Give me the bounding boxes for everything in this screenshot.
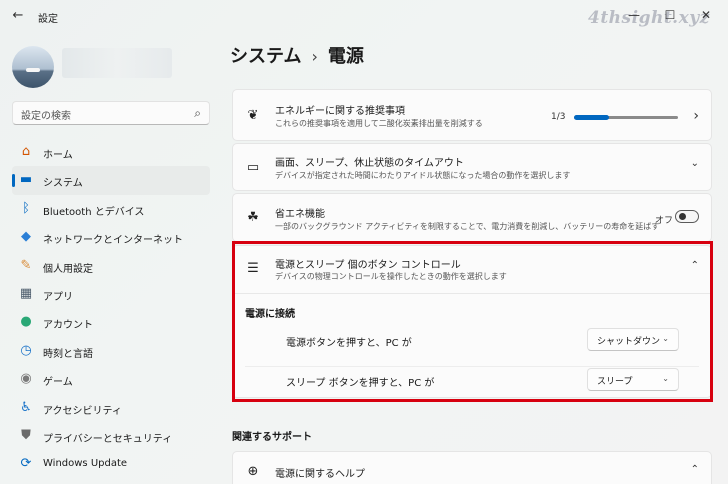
sidebar-item-label: プライバシーとセキュリティ [43,433,173,445]
sidebar: 設定の検索 ⌕ ⌂ ホーム ▬ システム ᛒ Bluetooth とデバイス ◆… [0,32,218,484]
card-title: 省エネ機能 [275,209,325,220]
screen-sleep-card[interactable]: ▭ 画面、スリープ、休止状態のタイムアウト デバイスが指定された時間にわたりアイ… [232,143,712,191]
chevron-up-icon: ⌃ [690,464,699,475]
card-title: 電源とスリープ 個のボタン コントロール [275,260,461,271]
active-indicator [12,174,15,188]
avatar[interactable] [12,46,54,88]
power-buttons-card: ☰ 電源とスリープ 個のボタン コントロール デバイスの物理コントロールを操作し… [232,245,712,398]
sidebar-item-apps[interactable]: ▦ アプリ [12,280,210,308]
chevron-down-icon: ⌄ [690,158,699,169]
chevron-up-icon: ⌃ [690,260,699,271]
brush-icon: ✎ [20,257,32,273]
bluetooth-icon: ᛒ [22,200,30,216]
user-name-blurred [62,48,172,78]
related-support-heading: 関連するサポート [232,432,312,443]
card-subtitle: 一部のバックグラウンド アクティビティを制限することで、電力消費を削減し、バッテ… [275,222,660,231]
back-button[interactable]: ← [10,8,26,24]
apps-icon: ▦ [19,285,33,301]
game-icon: ◉ [20,371,32,387]
globe-icon: ⊕ [247,464,259,479]
toggle-state-label: オフ [654,216,673,226]
sidebar-item-home[interactable]: ⌂ ホーム [12,138,210,166]
sidebar-item-accounts[interactable]: ● アカウント [12,308,210,336]
shield-icon: ⛊ [21,427,31,443]
sidebar-item-label: アカウント [43,320,93,332]
close-button[interactable]: ✕ [692,6,720,24]
main-content: システム › 電源 ❦ エネルギーに関する推奨事項 これらの推奨事項を適用して二酸化… [218,32,728,484]
leaf-icon: ❦ [247,108,259,123]
toggle-knob [679,213,686,220]
dropdown-value: スリープ [597,377,633,387]
title-bar: ← 設定 4thsight.xyz — ☐ ✕ [0,0,728,32]
maximize-button[interactable]: ☐ [656,6,684,24]
power-button-action-select[interactable]: シャットダウン ⌄ [587,328,679,351]
sidebar-item-system[interactable]: ▬ システム [12,166,210,195]
energy-recommendations-card[interactable]: ❦ エネルギーに関する推奨事項 これらの推奨事項を適用して二酸化炭素排出量を削減… [232,89,712,141]
page-title: 電源 [327,46,364,67]
chevron-down-icon: ⌄ [662,374,669,383]
system-icon: ▬ [19,172,33,188]
home-icon: ⌂ [21,144,31,159]
sidebar-item-label: ネットワークとインターネット [43,235,183,247]
card-title: 画面、スリープ、休止状態のタイムアウト [275,158,464,169]
search-placeholder: 設定の検索 [21,111,71,122]
breadcrumb-parent[interactable]: システム [230,46,301,67]
divider [245,366,699,367]
card-title: エネルギーに関する推奨事項 [275,106,405,117]
sidebar-item-label: ゲーム [43,377,73,389]
sidebar-item-label: Bluetooth とデバイス [43,206,145,218]
app-title: 設定 [38,14,58,25]
power-help-card[interactable]: ⊕ 電源に関するヘルプ ⌃ [232,451,712,484]
progress-bar [574,115,678,120]
sleep-button-action-select[interactable]: スリープ ⌄ [587,368,679,391]
avatar-image-boat [26,68,40,72]
sidebar-item-label: システム [43,178,83,190]
divider [233,293,711,294]
power-button-label: 電源ボタンを押すと、PC が [286,338,412,349]
dropdown-value: シャットダウン [597,337,661,347]
chevron-down-icon: ⌄ [662,334,669,343]
power-button-list-icon: ☰ [247,261,259,276]
search-icon: ⌕ [194,106,201,120]
minimize-button[interactable]: — [620,6,648,24]
screen-sleep-icon: ▭ [246,160,260,175]
sidebar-item-label: ホーム [43,150,73,161]
sidebar-item-label: 時刻と言語 [43,348,93,360]
card-subtitle: デバイスの物理コントロールを操作したときの動作を選択します [275,272,507,281]
card-title: 電源に関するヘルプ [275,469,365,480]
windows-update-icon: ⟳ [20,456,32,472]
energy-saver-card[interactable]: ☘ 省エネ機能 一部のバックグラウンド アクティビティを制限することで、電力消費… [232,193,712,242]
breadcrumb: システム › 電源 [230,42,364,68]
energy-saver-toggle[interactable] [675,210,699,223]
search-input[interactable]: 設定の検索 ⌕ [12,101,210,125]
card-subtitle: デバイスが指定された時間にわたりアイドル状態になった場合の動作を選択します [275,171,571,180]
sidebar-item-label: アクセシビリティ [43,405,122,417]
sidebar-item-accessibility[interactable]: ♿ アクセシビリティ [12,394,210,422]
sidebar-item-label: アプリ [43,291,73,303]
sidebar-item-bluetooth[interactable]: ᛒ Bluetooth とデバイス [12,195,210,223]
section-label: 電源に接続 [245,309,295,320]
sidebar-item-privacy[interactable]: ⛊ プライバシーとセキュリティ [12,422,210,450]
account-icon: ● [20,314,32,330]
sidebar-item-network[interactable]: ◆ ネットワークとインターネット [12,223,210,251]
card-subtitle: これらの推奨事項を適用して二酸化炭素排出量を削減する [275,119,483,128]
sidebar-item-label: 個人用設定 [43,263,93,275]
energy-saver-icon: ☘ [247,210,259,225]
sidebar-nav: ⌂ ホーム ▬ システム ᛒ Bluetooth とデバイス ◆ ネットワークと… [12,138,210,479]
sidebar-item-personalization[interactable]: ✎ 個人用設定 [12,252,210,280]
network-icon: ◆ [21,229,31,245]
progress-fill [574,115,609,120]
sleep-button-label: スリープ ボタンを押すと、PC が [286,378,435,389]
sidebar-item-time-language[interactable]: ◷ 時刻と言語 [12,337,210,365]
progress-count: 1/3 [551,112,566,122]
chevron-right-icon: › [693,108,699,124]
breadcrumb-separator: › [311,47,318,66]
accessibility-icon: ♿ [20,399,32,415]
power-buttons-card-header[interactable]: ☰ 電源とスリープ 個のボタン コントロール デバイスの物理コントロールを操作し… [233,246,711,293]
sidebar-item-windows-update[interactable]: ⟳ Windows Update [12,450,210,478]
sidebar-item-label: Windows Update [43,458,128,470]
sidebar-item-gaming[interactable]: ◉ ゲーム [12,365,210,393]
time-language-icon: ◷ [20,342,32,358]
